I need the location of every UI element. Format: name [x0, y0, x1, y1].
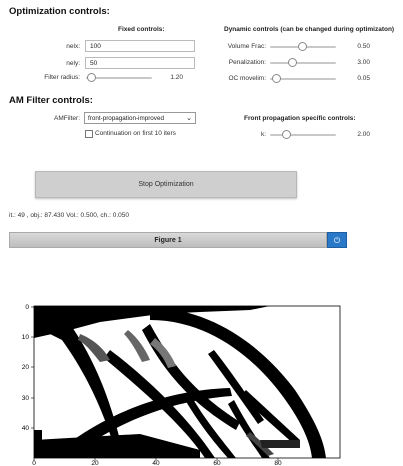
penalization-value: 3.00	[357, 59, 370, 66]
filter-radius-slider[interactable]	[86, 72, 152, 84]
penalization-slider[interactable]	[270, 57, 336, 69]
stop-optimization-button[interactable]: Stop Optimization	[35, 171, 297, 198]
nely-label: nely:	[66, 60, 80, 67]
power-icon: ⏻	[333, 236, 341, 245]
figure-title-bar: Figure 1	[9, 232, 327, 248]
slider-knob[interactable]	[87, 73, 96, 82]
y-axis: 0 10 20 30 40	[22, 304, 34, 432]
volfrac-value: 0.50	[357, 43, 370, 50]
filter-radius-label: Filter radius:	[44, 74, 80, 81]
nely-input[interactable]: 50	[85, 57, 195, 69]
oc-movelim-value: 0.05	[357, 75, 370, 82]
amfilter-selected-value: front-propagation-improved	[88, 115, 164, 122]
status-text: it.: 49 , obj.: 87.430 Vol.: 0.500, ch.:…	[9, 212, 129, 219]
am-filter-title: AM Filter controls:	[9, 95, 93, 106]
x-tick-label: 40	[152, 460, 160, 466]
topology-figure: 0 20 40 60 80 0 10 20 30 40	[22, 304, 341, 466]
y-tick-label: 10	[22, 334, 30, 341]
front-propagation-header: Front propagation specific controls:	[244, 115, 356, 122]
k-label: k:	[260, 131, 266, 138]
oc-movelim-label: OC movelim:	[228, 75, 266, 82]
penalization-label: Penalization:	[228, 59, 266, 66]
k-value: 2.00	[357, 131, 370, 138]
continuation-label: Continuation on first 10 iters	[95, 130, 176, 137]
amfilter-label: AMFilter:	[54, 115, 80, 122]
slider-knob[interactable]	[288, 58, 297, 67]
nelx-label: nelx:	[66, 43, 80, 50]
dynamic-controls-header: Dynamic controls (can be changed during …	[224, 26, 395, 33]
filter-radius-value: 1.20	[170, 74, 183, 81]
slider-knob[interactable]	[272, 74, 281, 83]
optimization-title: Optimization controls:	[9, 6, 110, 17]
slider-knob[interactable]	[298, 42, 307, 51]
x-tick-label: 80	[274, 460, 282, 466]
y-tick-label: 20	[22, 364, 30, 371]
x-tick-label: 0	[32, 460, 36, 466]
y-tick-label: 40	[22, 425, 30, 432]
k-slider[interactable]	[270, 129, 336, 141]
volfrac-label: Volume Frac:	[227, 43, 266, 50]
x-axis: 0 20 40 60 80	[32, 458, 282, 466]
fixed-controls-header: Fixed controls:	[118, 26, 165, 33]
slider-knob[interactable]	[282, 130, 291, 139]
volfrac-slider[interactable]	[270, 41, 336, 53]
amfilter-select[interactable]: front-propagation-improved ⌄	[84, 112, 196, 124]
x-tick-label: 60	[213, 460, 221, 466]
y-tick-label: 30	[22, 395, 30, 402]
y-tick-label: 0	[25, 304, 29, 311]
nelx-input[interactable]: 100	[85, 40, 195, 52]
oc-movelim-slider[interactable]	[270, 73, 336, 85]
continuation-checkbox[interactable]	[85, 130, 93, 138]
chevron-down-icon: ⌄	[186, 115, 192, 122]
power-button[interactable]: ⏻	[327, 232, 347, 248]
x-tick-label: 20	[91, 460, 99, 466]
